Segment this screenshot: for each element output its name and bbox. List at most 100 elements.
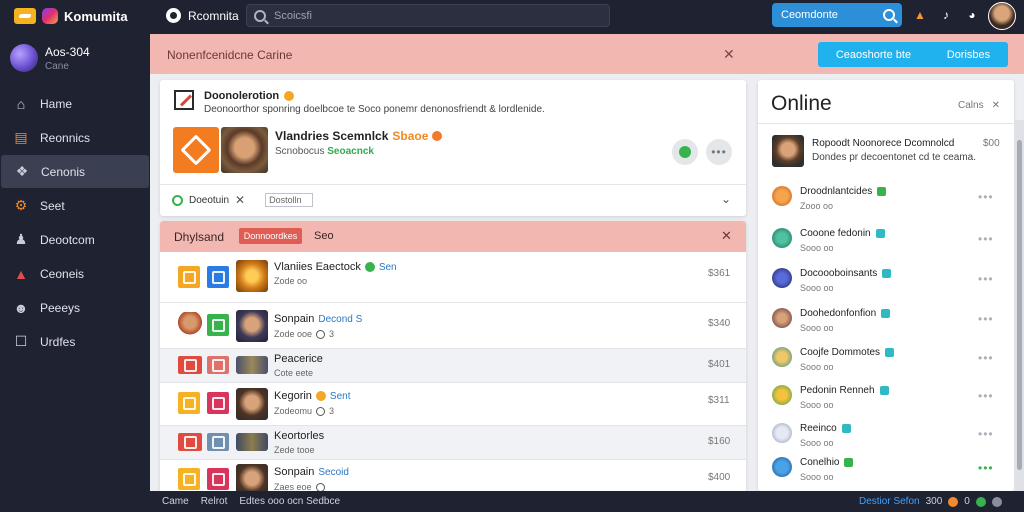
close-icon[interactable]: ✕ [992, 100, 1000, 111]
more-options-icon[interactable]: ••• [978, 427, 994, 441]
row-tag: Decond S [318, 313, 363, 325]
more-options-icon[interactable]: ••• [978, 232, 994, 246]
profile-subtitle: Cane [45, 60, 69, 72]
avatar [772, 228, 792, 248]
more-options-icon[interactable]: ••• [978, 389, 994, 403]
row-sub: Zaes eoe [274, 482, 325, 491]
table-row[interactable]: Vlaniies Eaectock Sen Zode oo $361 [160, 252, 746, 303]
row-name-text: Vlaniies Eaectock [274, 261, 361, 273]
featured-name[interactable]: Ropoodt Noonorece Dcomnolcd [812, 138, 954, 149]
sidebar-item-updates[interactable]: ☐ Urdfes [0, 325, 150, 358]
game-logo-thumbnail[interactable] [173, 127, 219, 173]
sidebar-item-resources[interactable]: ▤ Reonnics [0, 121, 150, 154]
sidebar-item-settings[interactable]: ⚙ Seet [0, 189, 150, 222]
app-name: Komumita [64, 8, 128, 24]
search-icon [254, 9, 266, 22]
notification-dot-icon [948, 496, 959, 507]
user-profile[interactable]: Aos-304 Cane [10, 44, 90, 72]
coin-icon [315, 391, 326, 401]
scrollbar[interactable] [1015, 120, 1024, 491]
row-name: Keortorles [274, 430, 324, 442]
help-icon[interactable]: ◕ [966, 8, 978, 22]
close-icon[interactable]: ✕ [721, 228, 732, 244]
sidebar-item-games[interactable]: ❖ Cenonis [1, 155, 149, 188]
edit-icon[interactable] [174, 90, 194, 110]
sidebar-item-label: Hame [40, 96, 73, 111]
table-row[interactable]: Kegorin Sent Zodeomu 3 $311 [160, 383, 746, 426]
sidebar-item-label: Deootcom [40, 232, 95, 247]
list-badge[interactable]: Donnoordkes [239, 228, 302, 244]
bell-icon[interactable]: ♪ [940, 8, 952, 22]
sidebar-item-home[interactable]: ⌂ Hame [0, 87, 150, 120]
friend-status: Sooo oo [800, 362, 834, 372]
search-button[interactable]: Ceomdonte [772, 3, 902, 27]
list-item[interactable]: Pedonin Renneh Sooo oo ••• [772, 385, 1004, 419]
avatar [772, 186, 792, 206]
list-item[interactable]: Conelhio Sooo oo ••• [772, 457, 1004, 491]
friend-name-text: Docoooboinsants [800, 268, 878, 279]
row-sub-text: Zodeomu [274, 406, 313, 416]
featured-avatar[interactable] [772, 135, 804, 167]
list-item[interactable]: Reeinco Sooo oo ••• [772, 423, 1004, 457]
online-toggle-button[interactable] [672, 139, 698, 165]
status-item[interactable]: Came [162, 496, 189, 507]
row-name-text: Keortorles [274, 430, 325, 442]
list-item[interactable]: Cooone fedonin Sooo oo ••• [772, 228, 1004, 262]
sidebar-item-people[interactable]: ☻ Peeeys [0, 291, 150, 324]
top-app-switch[interactable]: Rcomnita [166, 8, 239, 23]
more-options-icon[interactable]: ••• [978, 351, 994, 365]
fire-icon[interactable]: ▲ [914, 8, 926, 22]
divider [758, 123, 1014, 124]
feed-item-name[interactable]: Vlandries Scemnlck Sbaoe [275, 129, 443, 143]
more-options-icon[interactable]: ••• [978, 272, 994, 286]
sidebar-item-discover[interactable]: ♟ Deootcom [0, 223, 150, 256]
avatar [772, 457, 792, 477]
friend-name-text: Coojfe Dommotes [800, 347, 881, 358]
table-row[interactable]: Peacerice Cote eete $401 [160, 349, 746, 383]
sidebar: Komumita Aos-304 Cane ⌂ Hame ▤ Reonnics … [0, 0, 150, 512]
user-avatar[interactable] [988, 2, 1016, 30]
status-badge [885, 348, 895, 357]
settings-dot-icon[interactable] [991, 496, 1002, 507]
list-item[interactable]: Coojfe Dommotes Sooo oo ••• [772, 347, 1004, 381]
close-icon[interactable]: ✕ [235, 193, 245, 207]
feed-item-name-text: Vlandries Scemnlck [275, 129, 389, 143]
coin-icon [284, 91, 295, 101]
more-options-icon[interactable]: ••• [978, 312, 994, 326]
coin-icon [432, 131, 443, 141]
row-name-text: Sonpain [274, 313, 315, 325]
table-row[interactable]: Sonpain Secoid Zaes eoe $400 [160, 460, 746, 491]
more-options-icon[interactable]: ••• [978, 461, 994, 475]
avatar [178, 312, 202, 338]
status-link[interactable]: Destior Sefon [859, 496, 920, 507]
filter-input[interactable] [265, 193, 314, 207]
platform-icon [207, 314, 229, 336]
table-row[interactable]: Keortorles Zede tooe $160 [160, 426, 746, 460]
scrollbar-thumb[interactable] [1017, 140, 1022, 470]
more-options-button[interactable]: ••• [706, 139, 732, 165]
list-item[interactable]: Doohedonfonfion Sooo oo ••• [772, 308, 1004, 342]
status-ring-icon [315, 482, 325, 491]
player-thumbnail[interactable] [221, 127, 268, 173]
more-options-icon[interactable]: ••• [978, 190, 994, 204]
feed-item-sub: Scnobocus Seoacnck [275, 146, 374, 157]
row-name-text: Peacerice [274, 353, 323, 365]
list-item[interactable]: Droodnlantcides Zooo oo ••• [772, 186, 1004, 220]
list-item[interactable]: Docoooboinsants Sooo oo ••• [772, 268, 1004, 302]
table-row[interactable]: Sonpain Decond S Zode ooe 3 $340 [160, 303, 746, 349]
row-value: $340 [708, 318, 731, 329]
close-icon[interactable]: ✕ [723, 46, 735, 63]
game-thumbnail [236, 433, 268, 451]
search-input[interactable] [274, 9, 574, 22]
sidebar-item-label: Reonnics [40, 130, 91, 145]
status-item[interactable]: Relrot [201, 496, 228, 507]
online-link[interactable]: Calns ✕ [958, 100, 1000, 111]
gear-icon: ⚙ [14, 197, 28, 213]
brand[interactable]: Komumita [14, 7, 128, 25]
chevron-down-icon[interactable]: ⌄ [721, 192, 731, 206]
online-link-text: Calns [958, 100, 984, 111]
platform-icon [207, 468, 229, 490]
puzzle-icon: ❖ [15, 163, 29, 179]
banner-action-button[interactable]: Ceaoshorte bte Dorisbes [818, 42, 1008, 67]
sidebar-item-stats[interactable]: ▲ Ceoneis [0, 257, 150, 290]
